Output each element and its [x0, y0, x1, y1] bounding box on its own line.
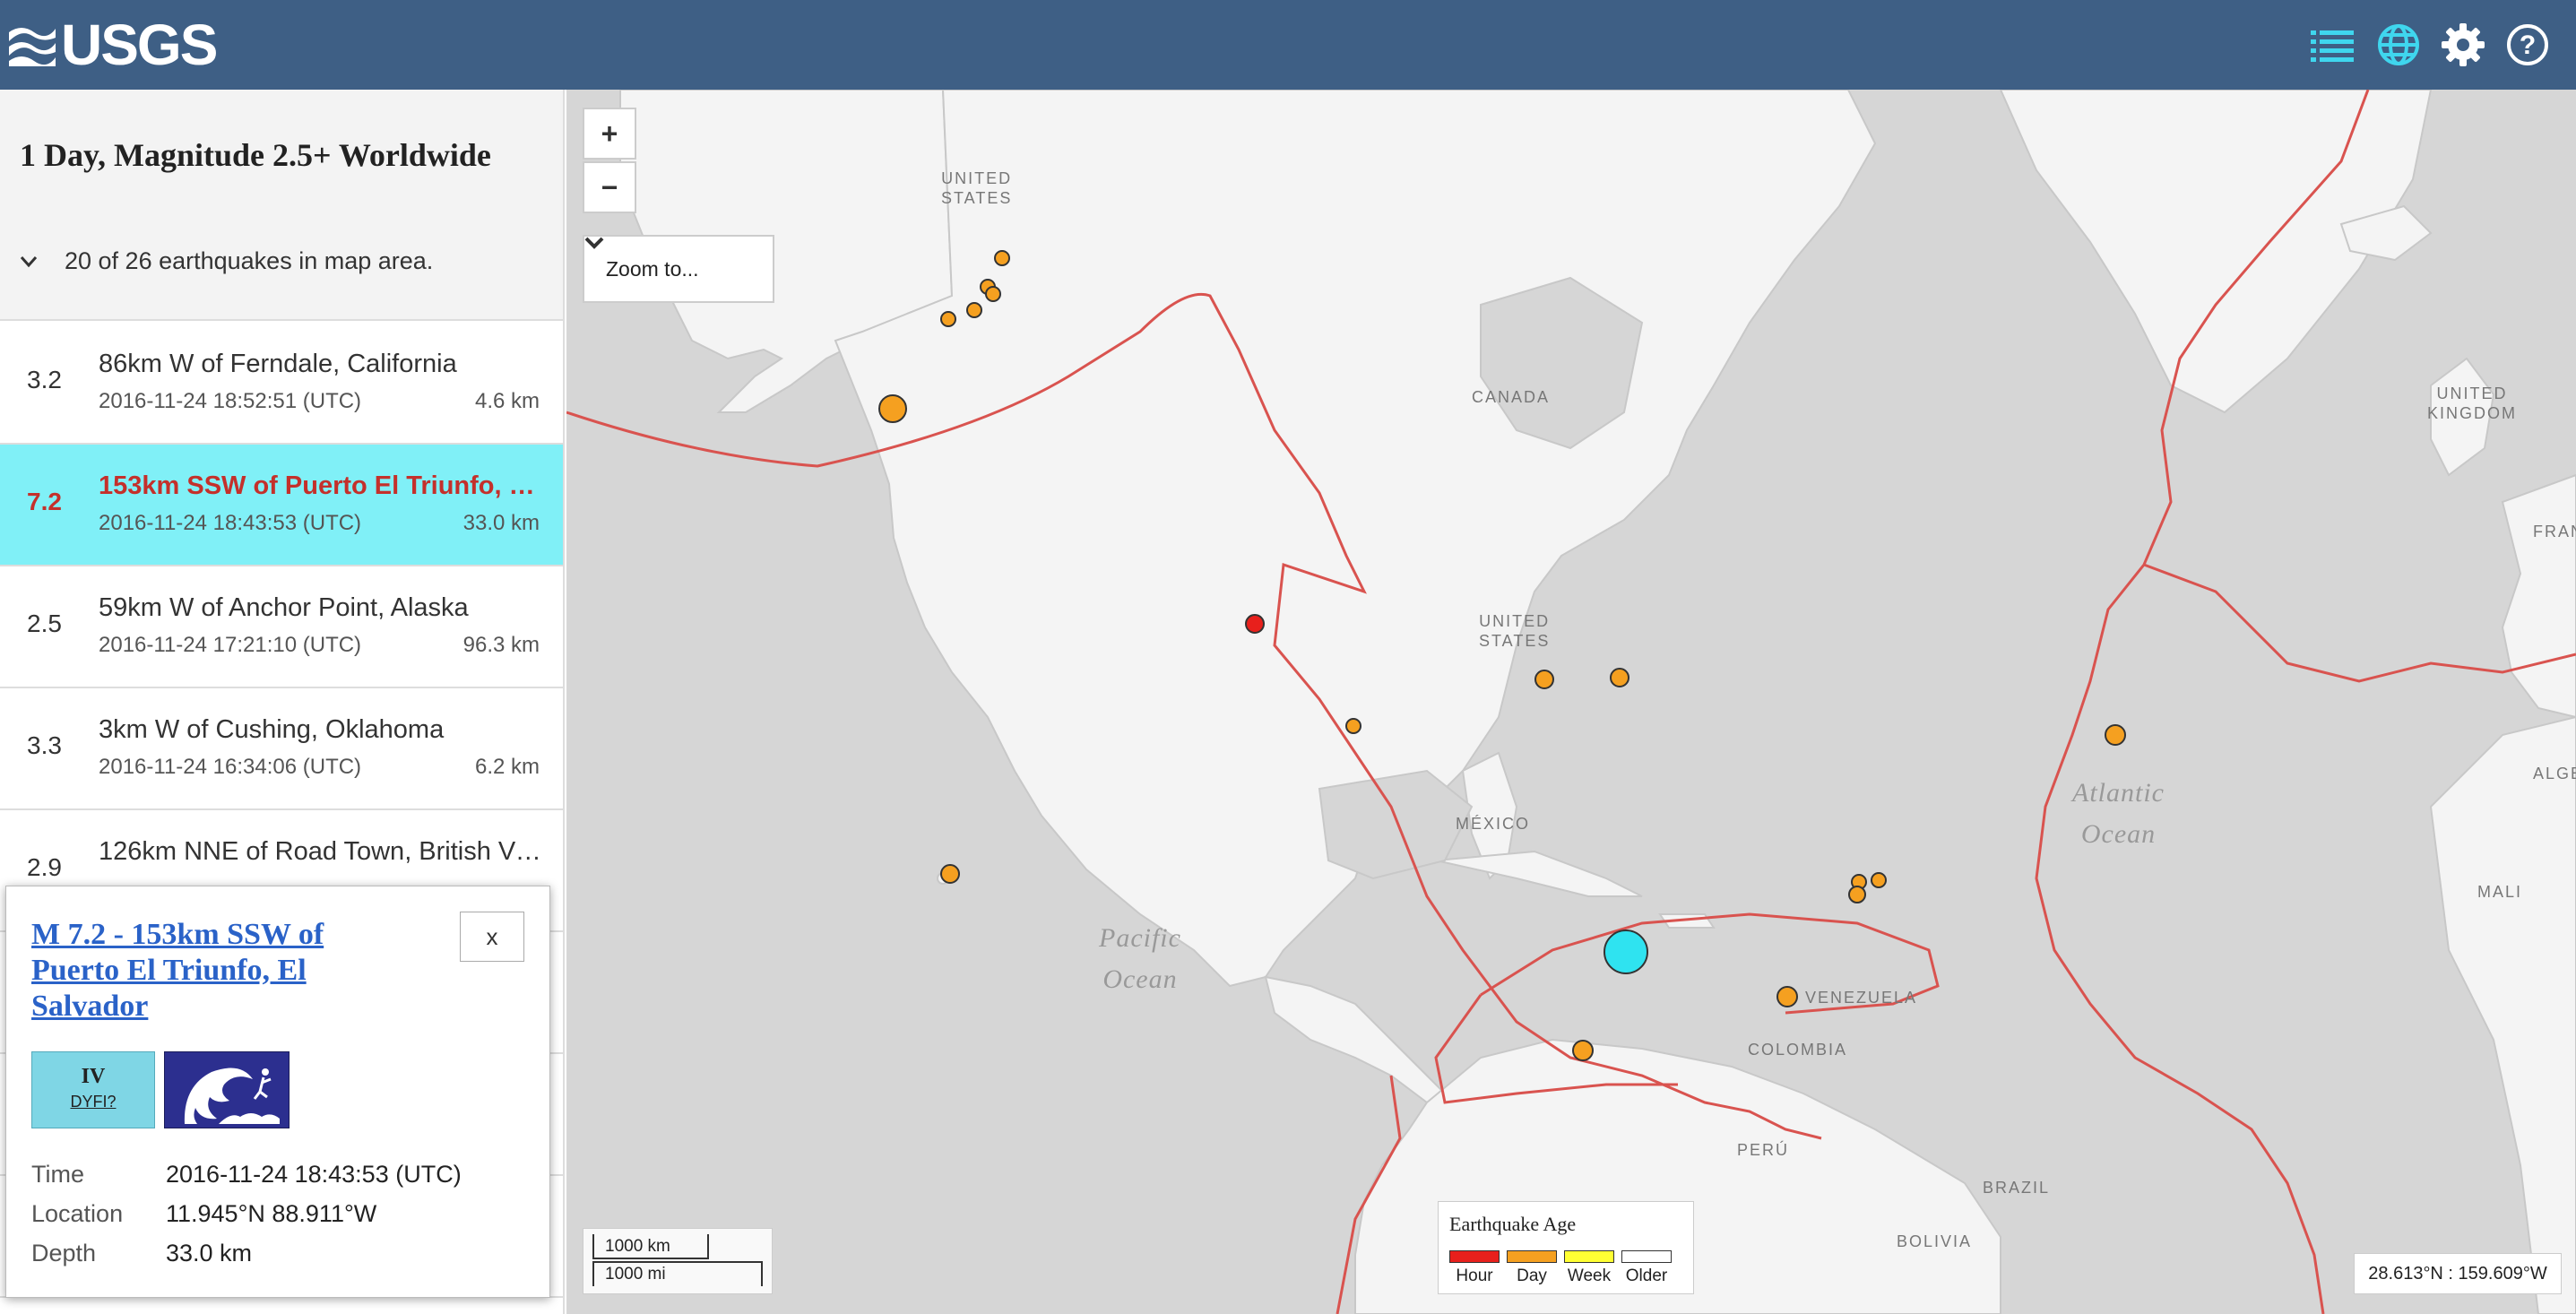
cursor-coordinates: 28.613°N : 159.609°W [2354, 1253, 2562, 1294]
legend-label: Hour [1456, 1266, 1493, 1285]
magnitude: 3.2 [27, 366, 62, 393]
list-title: 1 Day, Magnitude 2.5+ Worldwide [20, 137, 491, 173]
earthquake-markers [878, 250, 2126, 1061]
scale-mi: 1000 mi [592, 1261, 763, 1286]
help-icon[interactable]: ? [2504, 22, 2551, 68]
dyfi-label: DYFI? [70, 1093, 117, 1111]
earthquake-marker[interactable] [940, 311, 956, 327]
legend-label: Day [1517, 1266, 1547, 1285]
zoom-out-button[interactable]: − [583, 161, 636, 213]
place: 86km W of Ferndale, California [99, 350, 457, 378]
legend-label: Older [1625, 1266, 1668, 1285]
time: 2016-11-24 17:21:10 (UTC) [99, 633, 362, 657]
earthquake-marker[interactable] [940, 864, 960, 884]
depth: 4.6 km [474, 389, 540, 413]
count-toggle[interactable]: 20 of 26 earthquakes in map area. [20, 247, 433, 275]
legend-swatch [1449, 1250, 1500, 1263]
globe-icon[interactable] [2375, 22, 2422, 68]
usgs-logo[interactable]: USGS [7, 13, 218, 77]
legend-swatch [1564, 1250, 1614, 1263]
magnitude: 3.3 [27, 731, 62, 759]
earthquake-marker[interactable] [2105, 724, 2126, 746]
legend-title: Earthquake Age [1449, 1213, 1577, 1235]
popup-title-link[interactable]: M 7.2 - 153km SSW of Puerto El Triunfo, … [31, 917, 408, 1024]
earthquake-row[interactable]: 2.5 59km W of Anchor Point, Alaska 2016-… [0, 566, 563, 688]
dyfi-badge[interactable]: IV DYFI? [31, 1051, 155, 1128]
earthquake-marker[interactable] [1871, 872, 1887, 888]
earthquake-count: 20 of 26 earthquakes in map area. [65, 247, 434, 274]
chevron-down-icon [584, 237, 604, 249]
earthquake-marker[interactable] [994, 250, 1010, 266]
earthquake-marker[interactable] [878, 394, 907, 423]
legend-item-older: Older [1620, 1250, 1673, 1286]
legend-label: Week [1567, 1266, 1612, 1285]
legend-swatch [1507, 1250, 1557, 1263]
earthquake-marker[interactable] [966, 302, 982, 318]
time-label: Time [31, 1161, 84, 1188]
earthquake-marker-recent[interactable] [1245, 614, 1265, 634]
chevron-down-icon [20, 255, 38, 267]
earthquake-marker[interactable] [1776, 986, 1798, 1007]
list-header: 1 Day, Magnitude 2.5+ Worldwide 20 of 26… [0, 90, 563, 321]
legend-item-day: Day [1505, 1250, 1559, 1286]
close-button[interactable]: x [460, 912, 524, 962]
earthquake-row[interactable]: 3.3 3km W of Cushing, Oklahoma 2016-11-2… [0, 688, 563, 810]
svg-text:?: ? [2520, 30, 2536, 60]
tsunami-icon[interactable] [164, 1051, 290, 1128]
earthquake-marker[interactable] [1534, 670, 1554, 689]
depth-value: 33.0 km [166, 1240, 253, 1266]
earthquake-map[interactable]: UNITED STATES CANADA UNITED STATES MÉXIC… [566, 90, 2576, 1314]
dyfi-intensity: IV [81, 1065, 106, 1088]
usgs-wave-icon [9, 28, 56, 66]
zoom-to-label: Zoom to... [606, 256, 699, 281]
magnitude: 2.5 [27, 609, 62, 637]
place: 3km W of Cushing, Oklahoma [99, 715, 445, 744]
earthquake-popup: M 7.2 - 153km SSW of Puerto El Triunfo, … [5, 886, 550, 1298]
place: 59km W of Anchor Point, Alaska [99, 593, 469, 622]
earthquake-age-legend: Earthquake Age Hour Day Week Older [1438, 1201, 1694, 1294]
time: 2016-11-24 18:52:51 (UTC) [99, 389, 362, 413]
zoom-in-button[interactable]: + [583, 108, 636, 160]
app-header: USGS ? [0, 0, 2576, 90]
scale-km: 1000 km [592, 1234, 709, 1259]
depth: 33.0 km [462, 511, 540, 535]
place: 126km NNE of Road Town, British Virgin I… [99, 837, 547, 866]
depth: 6.2 km [474, 755, 540, 779]
gear-icon[interactable] [2440, 22, 2486, 68]
time: 2016-11-24 18:43:53 (UTC) [99, 511, 362, 535]
location-label: Location [31, 1200, 124, 1227]
legend-item-hour: Hour [1448, 1250, 1501, 1286]
location-value: 11.945°N 88.911°W [166, 1200, 377, 1227]
zoom-to-select[interactable]: Zoom to... [583, 235, 774, 303]
time: 2016-11-24 16:34:06 (UTC) [99, 755, 362, 779]
earthquake-row[interactable]: 3.2 86km W of Ferndale, California 2016-… [0, 323, 563, 445]
logo-text: USGS [61, 13, 218, 77]
depth-label: Depth [31, 1240, 97, 1266]
earthquake-marker[interactable] [1848, 886, 1866, 903]
list-icon[interactable] [2309, 22, 2356, 68]
earthquake-marker[interactable] [1345, 718, 1361, 734]
magnitude: 7.2 [27, 488, 62, 515]
earthquake-marker[interactable] [1610, 668, 1629, 687]
earthquake-row-selected[interactable]: 7.2 153km SSW of Puerto El Triunfo, El S… [0, 445, 563, 566]
legend-item-week: Week [1562, 1250, 1616, 1286]
scale-bar: 1000 km 1000 mi [583, 1228, 773, 1294]
earthquake-marker-selected[interactable] [1604, 929, 1648, 974]
depth: 96.3 km [462, 633, 540, 657]
earthquake-marker[interactable] [985, 286, 1001, 302]
magnitude: 2.9 [27, 853, 62, 881]
earthquake-marker[interactable] [1572, 1040, 1594, 1061]
legend-swatch [1621, 1250, 1672, 1263]
place: 153km SSW of Puerto El Triunfo, El Salva… [99, 471, 547, 500]
time-value: 2016-11-24 18:43:53 (UTC) [166, 1161, 462, 1188]
